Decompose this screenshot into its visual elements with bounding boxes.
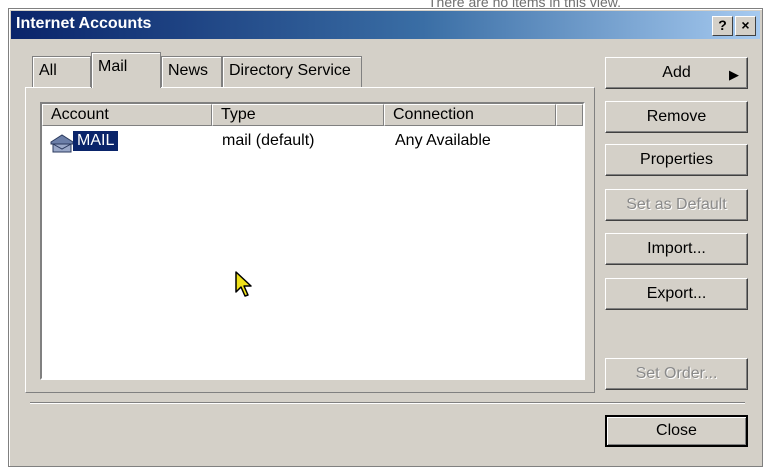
help-button[interactable]: ? (712, 16, 733, 36)
set-as-default-button[interactable]: Set as Default (605, 189, 748, 221)
column-header-empty (556, 104, 583, 126)
set-order-button-label: Set Order... (635, 365, 718, 382)
close-window-button[interactable]: × (735, 16, 756, 36)
set-order-button[interactable]: Set Order... (605, 358, 748, 390)
column-header-type[interactable]: Type (212, 104, 384, 126)
import-button[interactable]: Import... (605, 233, 748, 265)
bottom-separator (30, 402, 745, 404)
properties-button[interactable]: Properties (605, 144, 748, 176)
close-button-label: Close (656, 422, 697, 439)
tab-mail-label: Mail (98, 58, 128, 75)
accounts-list[interactable]: Account Type Connection MAIL mail (defau… (40, 102, 585, 380)
tab-directory-service[interactable]: Directory Service (222, 56, 362, 88)
tab-mail[interactable]: Mail (91, 52, 161, 88)
column-headers: Account Type Connection (42, 104, 583, 126)
account-name[interactable]: MAIL (73, 131, 119, 151)
tab-all[interactable]: All (32, 56, 91, 88)
properties-button-label: Properties (640, 151, 713, 168)
column-header-account[interactable]: Account (42, 104, 212, 126)
add-button-label: Add (662, 64, 691, 81)
account-connection: Any Available (395, 132, 491, 149)
close-button[interactable]: Close (605, 415, 748, 447)
tab-directory-service-label: Directory Service (229, 62, 351, 79)
submenu-arrow-icon: ▶ (729, 67, 739, 82)
remove-button-label: Remove (646, 108, 707, 125)
tab-news-label: News (168, 62, 209, 79)
window-title: Internet Accounts (16, 15, 152, 32)
import-button-label: Import... (647, 240, 706, 257)
set-as-default-button-label: Set as Default (626, 196, 727, 213)
tab-all-label: All (39, 62, 57, 79)
column-header-connection[interactable]: Connection (384, 104, 556, 126)
mail-account-icon (50, 134, 74, 153)
remove-button[interactable]: Remove (605, 101, 748, 133)
mouse-cursor-icon (235, 271, 252, 297)
title-bar[interactable]: Internet Accounts ? × (11, 11, 760, 39)
tab-news[interactable]: News (161, 56, 222, 88)
add-button[interactable]: Add ▶ (605, 57, 748, 89)
account-row[interactable]: MAIL mail (default) Any Available (42, 130, 583, 154)
export-button[interactable]: Export... (605, 278, 748, 310)
account-type: mail (default) (222, 132, 315, 149)
export-button-label: Export... (646, 285, 707, 302)
